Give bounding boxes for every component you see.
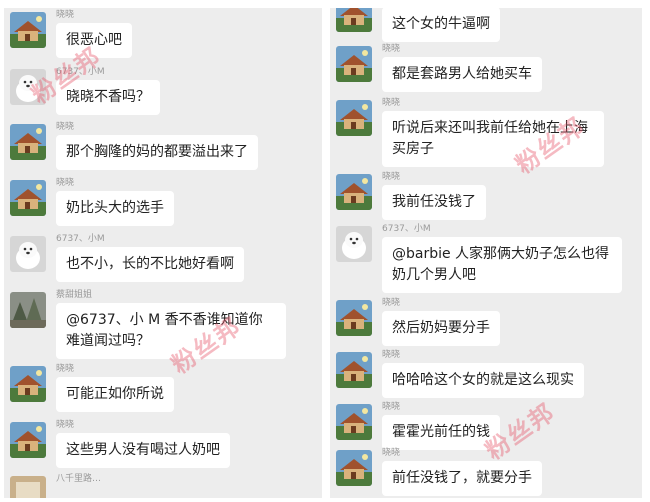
message-bubble[interactable]: 然后奶妈要分手 [382, 311, 500, 346]
sender-name: 晓晓 [382, 350, 401, 360]
sender-name: 晓晓 [382, 44, 401, 54]
message-bubble[interactable]: 前任没钱了，就要分手 [382, 461, 542, 496]
sender-name: 6737、小M [56, 67, 105, 77]
message-bubble[interactable]: 奶比头大的选手 [56, 191, 174, 226]
sender-name: 晓晓 [382, 448, 401, 458]
house-avatar-icon[interactable] [10, 124, 46, 160]
message-bubble[interactable]: 这个女的牛逼啊 [382, 8, 500, 42]
sender-name: 6737、小M [56, 234, 105, 244]
sender-name: 晓晓 [56, 364, 75, 374]
message-bubble[interactable]: 霍霍光前任的钱 [382, 415, 500, 450]
list-item: 晓晓 听说后来还叫我前任给她在上海买房子 [336, 98, 636, 168]
house-avatar-icon[interactable] [336, 100, 372, 136]
message-bubble[interactable]: 晓晓不香吗？ [56, 80, 160, 115]
sender-name: 晓晓 [382, 298, 401, 308]
sender-name: 晓晓 [56, 178, 75, 188]
message-bubble[interactable]: 那个胸隆的妈的都要溢出来了 [56, 135, 258, 170]
message-bubble[interactable]: 很恶心吧 [56, 23, 132, 58]
dog-avatar-icon[interactable] [10, 236, 46, 272]
dog-avatar-icon[interactable] [10, 69, 46, 105]
message-bubble[interactable]: @barbie 人家那俩大奶子怎么也得奶几个男人吧 [382, 237, 622, 293]
house-avatar-icon[interactable] [336, 352, 372, 388]
right-chat-panel: 这个女的牛逼啊 晓晓 都是套路男人给她买车 晓晓 听说后来还叫我前任给她在上海买… [330, 8, 642, 498]
sender-name: 晓晓 [56, 10, 75, 20]
list-item: 晓晓 奶比头大的选手 [10, 178, 316, 230]
list-item: 晓晓 然后奶妈要分手 [336, 298, 636, 350]
house-avatar-icon[interactable] [10, 366, 46, 402]
left-chat-panel: 晓晓 很恶心吧 6737、小M 晓晓不香吗？ 晓晓 那个胸隆的妈的都要溢出来了 … [4, 8, 322, 498]
list-item: 晓晓 前任没钱了，就要分手 [336, 448, 636, 498]
list-item: 蔡甜姐姐 @6737、小 M 香不香谁知道你难道闻过吗？ [10, 290, 316, 360]
list-item: 6737、小M 晓晓不香吗？ [10, 67, 316, 119]
house-avatar-icon[interactable] [336, 450, 372, 486]
list-item: 晓晓 可能正如你所说 [10, 364, 316, 416]
list-item: 晓晓 都是套路男人给她买车 [336, 44, 636, 96]
list-item: 晓晓 这些男人没有喝过人奶吧 [10, 420, 316, 472]
misc-avatar-icon[interactable] [10, 476, 46, 498]
list-item: 晓晓 很恶心吧 [10, 10, 316, 62]
house-avatar-icon[interactable] [336, 8, 372, 32]
message-bubble[interactable]: 听说后来还叫我前任给她在上海买房子 [382, 111, 604, 167]
list-item: 八千里路… [10, 474, 316, 498]
list-item: 晓晓 哈哈哈这个女的就是这么现实 [336, 350, 636, 402]
house-avatar-icon[interactable] [336, 46, 372, 82]
house-avatar-icon[interactable] [10, 422, 46, 458]
list-item: 晓晓 那个胸隆的妈的都要溢出来了 [10, 122, 316, 174]
sender-name: 晓晓 [56, 420, 75, 430]
list-item: 6737、小M 也不小，长的不比她好看啊 [10, 234, 316, 286]
message-bubble[interactable]: @6737、小 M 香不香谁知道你难道闻过吗？ [56, 303, 286, 359]
house-avatar-icon[interactable] [10, 180, 46, 216]
message-bubble[interactable]: 这些男人没有喝过人奶吧 [56, 433, 230, 468]
message-bubble[interactable]: 我前任没钱了 [382, 185, 486, 220]
sender-name: 6737、小M [382, 224, 431, 234]
sender-name: 晓晓 [382, 402, 401, 412]
house-avatar-icon[interactable] [336, 174, 372, 210]
sender-name: 八千里路… [56, 474, 102, 484]
list-item: 晓晓 霍霍光前任的钱 [336, 402, 636, 454]
message-bubble[interactable]: 哈哈哈这个女的就是这么现实 [382, 363, 584, 398]
house-avatar-icon[interactable] [336, 300, 372, 336]
forest-avatar-icon[interactable] [10, 292, 46, 328]
message-bubble[interactable]: 也不小，长的不比她好看啊 [56, 247, 244, 282]
list-item: 这个女的牛逼啊 [336, 8, 636, 46]
list-item: 晓晓 我前任没钱了 [336, 172, 636, 224]
message-bubble[interactable]: 都是套路男人给她买车 [382, 57, 542, 92]
dog-avatar-icon[interactable] [336, 226, 372, 262]
sender-name: 晓晓 [56, 122, 75, 132]
sender-name: 蔡甜姐姐 [56, 290, 93, 300]
list-item: 6737、小M @barbie 人家那俩大奶子怎么也得奶几个男人吧 [336, 224, 636, 294]
house-avatar-icon[interactable] [10, 12, 46, 48]
sender-name: 晓晓 [382, 172, 401, 182]
sender-name: 晓晓 [382, 98, 401, 108]
message-bubble[interactable]: 可能正如你所说 [56, 377, 174, 412]
house-avatar-icon[interactable] [336, 404, 372, 440]
